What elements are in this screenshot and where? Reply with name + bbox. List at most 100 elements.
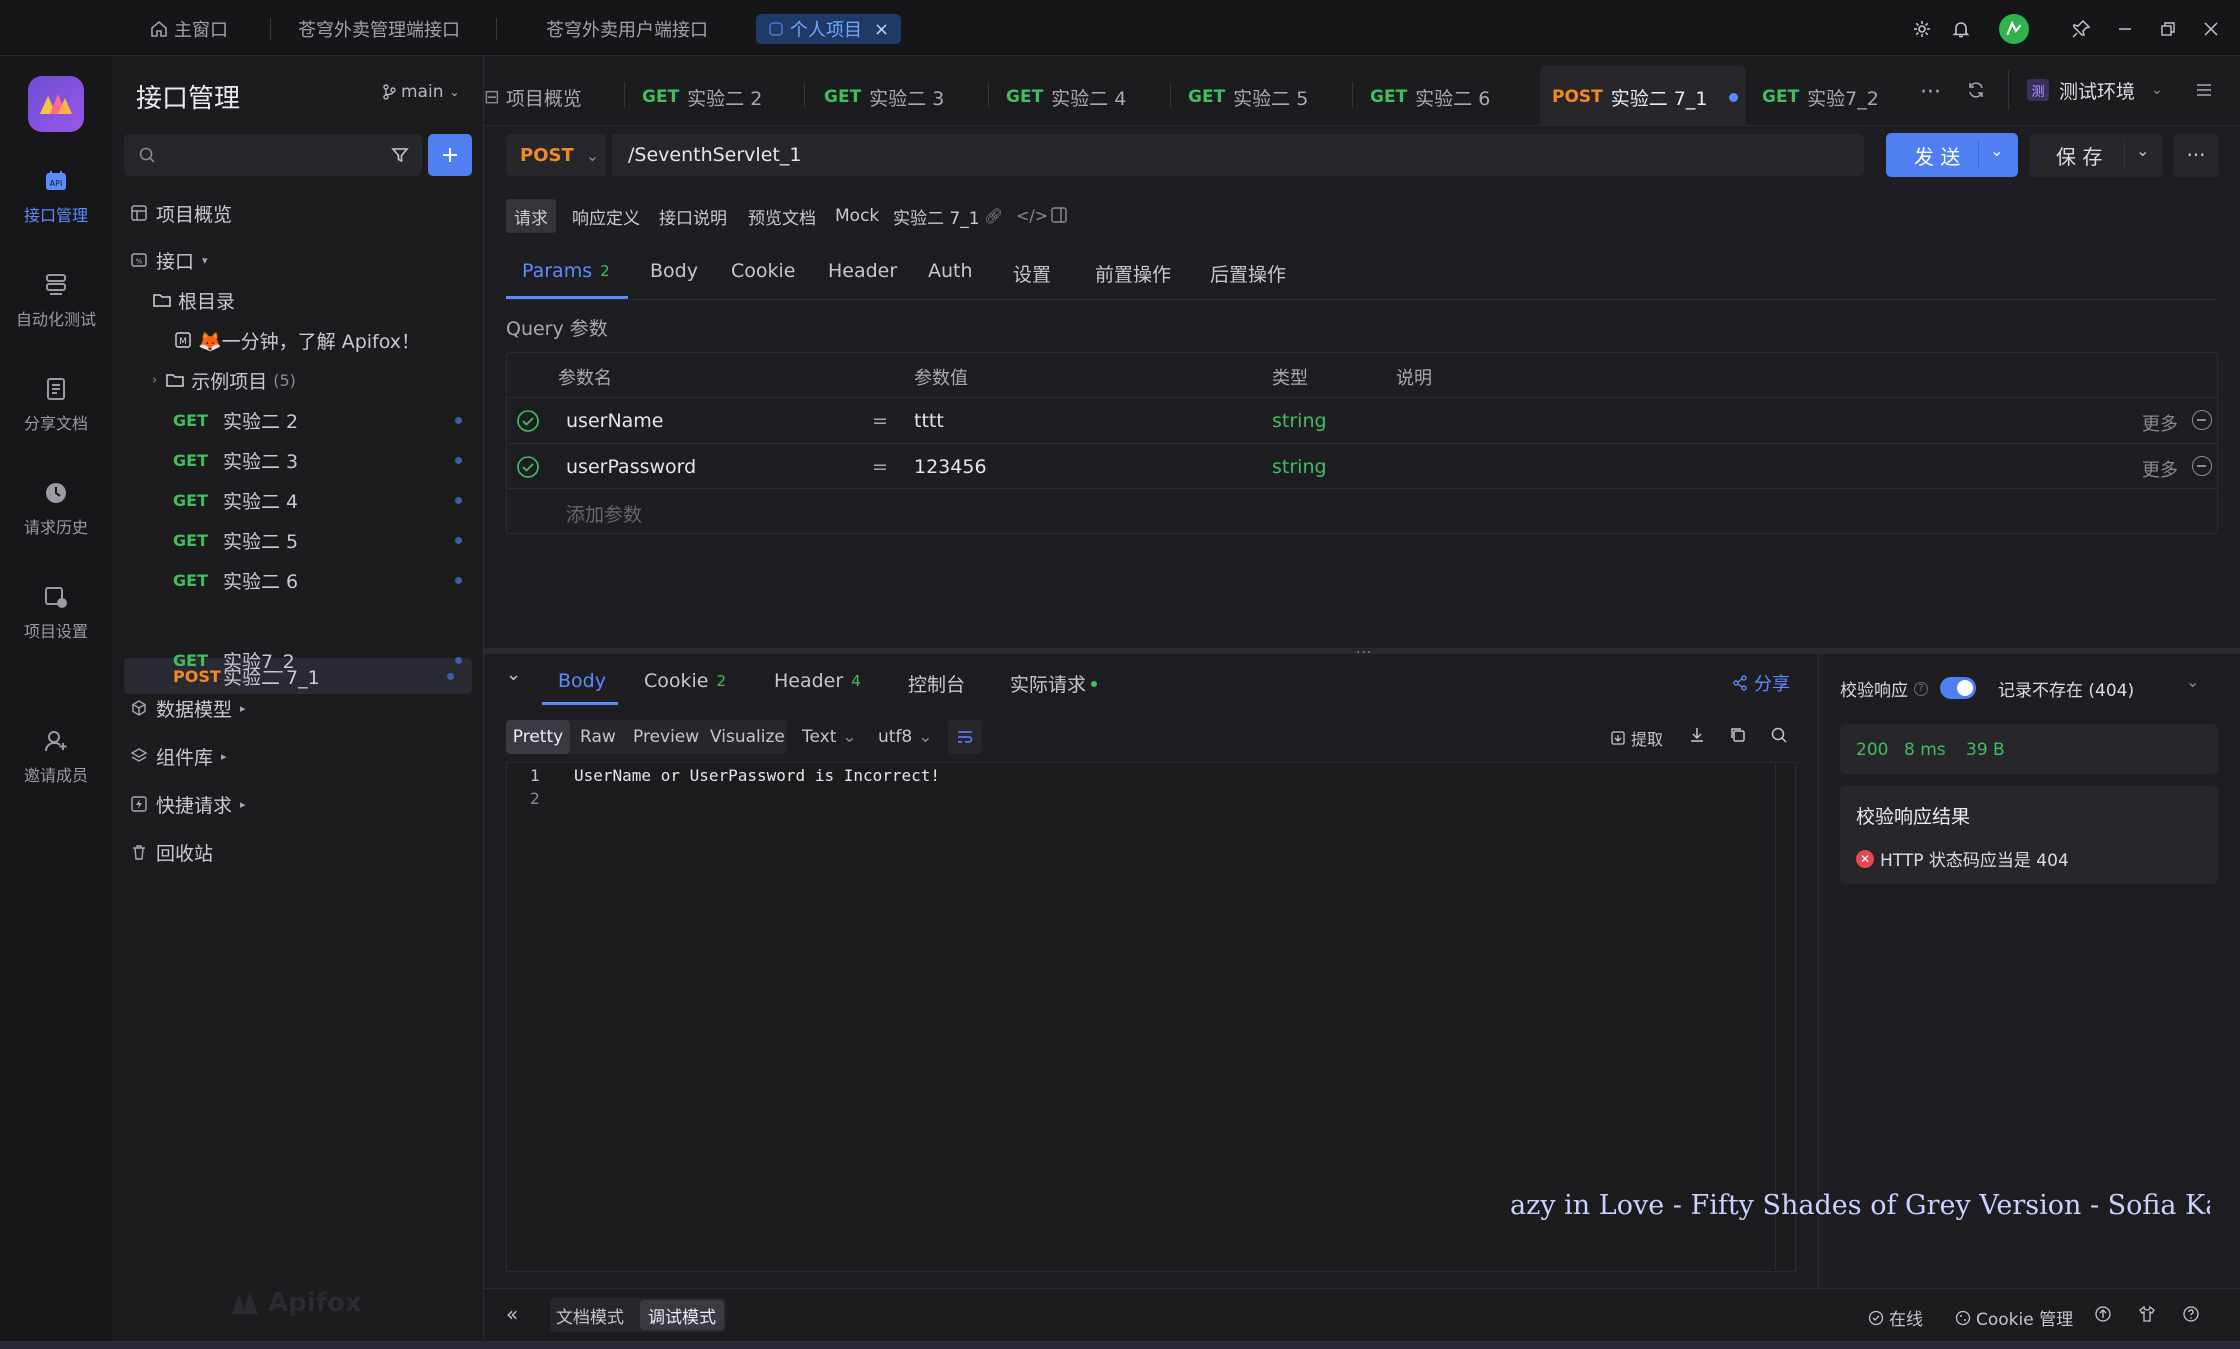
online-status[interactable]: 在线 — [1868, 1305, 1923, 1330]
branch-selector[interactable]: main ⌄ — [382, 82, 460, 102]
resp-tab-cookie[interactable]: Cookie 2 — [644, 670, 726, 692]
validate-toggle[interactable] — [1940, 677, 1976, 699]
tree-api-item[interactable]: GET 实验二 2 — [112, 402, 484, 438]
collapse-sidebar-icon[interactable]: « — [506, 1302, 518, 1326]
mode-tab-mock[interactable]: Mock — [827, 199, 887, 233]
record-not-exist-select[interactable]: 记录不存在 (404) — [1998, 676, 2134, 701]
param-value[interactable]: 123456 — [914, 456, 987, 478]
collapse-response-icon[interactable]: ⌄ — [506, 664, 521, 685]
encoding-select[interactable]: utf8 ⌄ — [878, 720, 933, 754]
tab-header[interactable]: Header — [828, 260, 897, 282]
panel-icon[interactable] — [1050, 206, 1068, 224]
chevron-down-icon[interactable]: ⌄ — [2136, 141, 2149, 160]
pin-icon[interactable] — [2066, 14, 2096, 44]
add-param-input[interactable]: 添加参数 — [566, 500, 642, 527]
menu-icon[interactable] — [2190, 76, 2218, 104]
share-button[interactable]: 分享 — [1732, 670, 1790, 696]
send-button[interactable]: 发 送 ⌄ — [1886, 133, 2018, 177]
tree-api-item[interactable]: GET 实验二 5 — [112, 522, 484, 558]
avatar[interactable] — [1999, 14, 2029, 44]
project-tab-user[interactable]: 苍穹外卖用户端接口 — [546, 14, 708, 44]
search-input[interactable] — [124, 134, 384, 176]
tree-intro-doc[interactable]: M 🦊一分钟，了解 Apifox！ — [112, 322, 484, 358]
param-type[interactable]: string — [1272, 410, 1327, 432]
tree-quick-request[interactable]: 快捷请求 ▸ — [112, 786, 484, 822]
format-select[interactable]: Text ⌄ — [802, 720, 857, 754]
chevron-down-icon[interactable]: ⌄ — [2186, 672, 2199, 691]
param-name[interactable]: userName — [566, 410, 664, 432]
more-actions-button[interactable]: ··· — [2174, 133, 2218, 177]
param-value[interactable]: tttt — [914, 410, 944, 432]
rail-history[interactable]: 请求历史 — [0, 480, 112, 538]
help-icon[interactable] — [2182, 1305, 2200, 1327]
tab-settings[interactable]: 设置 — [1013, 260, 1051, 287]
tree-api-item[interactable]: GET 实验二 3 — [112, 442, 484, 478]
drag-handle-icon[interactable]: ··· — [1356, 645, 1372, 661]
tree-data-model[interactable]: 数据模型 ▸ — [112, 690, 484, 726]
param-more[interactable]: 更多 — [2142, 456, 2178, 482]
project-tab-personal[interactable]: 个人项目 × — [756, 14, 902, 44]
refresh-icon[interactable] — [1962, 76, 1990, 104]
more-tabs-icon[interactable]: ··· — [1920, 80, 1941, 105]
remove-param-icon[interactable] — [2192, 410, 2212, 430]
rail-auto-test[interactable]: 自动化测试 — [0, 272, 112, 330]
api-name[interactable]: 实验二 7_1 — [885, 199, 988, 233]
mode-tab-api-desc[interactable]: 接口说明 — [651, 199, 735, 233]
tab-post-actions[interactable]: 后置操作 — [1210, 260, 1286, 287]
link-icon[interactable]: 🔗︎ — [984, 207, 1003, 225]
rail-share-docs[interactable]: 分享文档 — [0, 376, 112, 434]
tab-body[interactable]: Body — [650, 260, 698, 282]
minimize-icon[interactable] — [2110, 14, 2140, 44]
req-tab[interactable]: GET 实验二 4 — [1006, 70, 1126, 124]
tree-api-item[interactable]: GET 实验二 6 — [112, 562, 484, 598]
resp-tab-actual-request[interactable]: 实际请求 — [1010, 670, 1098, 697]
close-icon[interactable]: × — [874, 19, 889, 40]
wrap-toggle[interactable] — [948, 720, 982, 754]
tree-trash[interactable]: 回收站 — [112, 834, 484, 870]
cookie-manager-button[interactable]: Cookie 管理 — [1955, 1305, 2073, 1330]
tree-components[interactable]: 组件库 ▸ — [112, 738, 484, 774]
param-row-checkbox[interactable] — [516, 455, 540, 483]
chevron-down-icon[interactable]: ⌄ — [1990, 141, 2003, 160]
req-tab[interactable]: GET 实验7_2 — [1762, 70, 1879, 124]
tree-example-folder[interactable]: › 示例项目 (5) — [112, 362, 484, 398]
method-select[interactable]: POST ⌄ — [506, 134, 606, 176]
tab-params[interactable]: Params 2 — [522, 260, 610, 282]
tree-project-overview[interactable]: 项目概览 — [112, 195, 484, 231]
view-raw[interactable]: Raw — [580, 720, 616, 754]
rail-invite[interactable]: 邀请成员 — [0, 728, 112, 786]
resp-tab-console[interactable]: 控制台 — [908, 670, 965, 697]
save-button[interactable]: 保 存 ⌄ — [2030, 133, 2162, 177]
mode-tab-response-def[interactable]: 响应定义 — [564, 199, 648, 233]
tree-api-item[interactable]: GET 实验二 4 — [112, 482, 484, 518]
tab-auth[interactable]: Auth — [928, 260, 973, 282]
param-type[interactable]: string — [1272, 456, 1327, 478]
tab-pre-actions[interactable]: 前置操作 — [1095, 260, 1171, 287]
upload-icon[interactable] — [2094, 1305, 2112, 1327]
req-tab[interactable]: GET 实验二 2 — [642, 70, 762, 124]
req-tab-active[interactable]: POST 实验二 7_1 — [1552, 70, 1739, 124]
settings-icon[interactable] — [1907, 14, 1937, 44]
param-row-checkbox[interactable] — [516, 409, 540, 437]
download-icon[interactable] — [1688, 726, 1706, 748]
copy-icon[interactable] — [1729, 726, 1747, 748]
mode-tab-preview[interactable]: 预览文档 — [740, 199, 824, 233]
req-tab[interactable]: ⊟ 项目概览 — [484, 70, 582, 124]
remove-param-icon[interactable] — [2192, 456, 2212, 476]
add-button[interactable] — [428, 134, 472, 176]
tab-cookie[interactable]: Cookie — [731, 260, 796, 282]
bell-icon[interactable] — [1946, 14, 1976, 44]
extract-button[interactable]: 提取 — [1610, 726, 1663, 750]
shirt-icon[interactable] — [2138, 1305, 2156, 1327]
doc-mode-button[interactable]: 文档模式 — [556, 1298, 624, 1332]
view-pretty[interactable]: Pretty — [506, 720, 570, 754]
help-icon[interactable]: ? — [1914, 681, 1928, 696]
close-window-icon[interactable] — [2196, 14, 2226, 44]
req-tab[interactable]: GET 实验二 6 — [1370, 70, 1490, 124]
tree-api-item[interactable]: GET 实验7_2 — [112, 642, 484, 678]
filter-button[interactable] — [378, 134, 422, 176]
param-more[interactable]: 更多 — [2142, 410, 2178, 436]
restore-icon[interactable] — [2153, 14, 2183, 44]
req-tab[interactable]: GET 实验二 5 — [1188, 70, 1308, 124]
home-tab[interactable]: 主窗口 — [150, 14, 228, 44]
